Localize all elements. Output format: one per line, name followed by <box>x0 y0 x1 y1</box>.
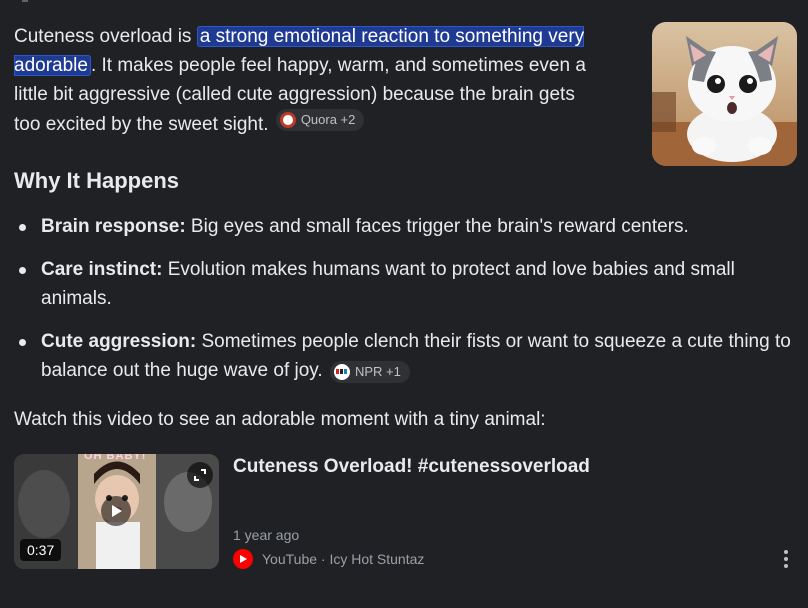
more-vert-icon <box>784 550 788 554</box>
video-title[interactable]: Cuteness Overload! #cutenessoverload <box>233 456 590 478</box>
more-options-button[interactable] <box>778 548 794 570</box>
bullet-term: Cute aggression: <box>41 331 197 352</box>
list-item: Cute aggression: Sometimes people clench… <box>14 327 804 385</box>
expand-icon <box>194 469 206 481</box>
play-icon <box>112 505 122 517</box>
quora-chip-label: Quora +2 <box>300 112 356 127</box>
video-thumbnail[interactable]: OH BABY! 0:37 <box>14 454 219 569</box>
npr-icon <box>333 363 350 380</box>
expand-button[interactable] <box>187 462 213 488</box>
bullet-dot <box>19 267 26 274</box>
bullet-term: Brain response: <box>41 216 186 237</box>
intro-paragraph: Cuteness overload is a strong emotional … <box>14 22 604 139</box>
video-duration: 0:37 <box>20 539 62 561</box>
thumb-caption: OH BABY! <box>84 454 147 462</box>
bullet-dot <box>19 224 26 231</box>
bullet-dot <box>19 339 26 346</box>
video-age: 1 year ago <box>233 527 300 543</box>
video-intro-text: Watch this video to see an adorable mome… <box>14 409 546 430</box>
quora-icon <box>279 112 296 128</box>
bullet-term: Care instinct: <box>41 259 163 280</box>
ai-overview-panel: Cuteness overload is a strong emotional … <box>0 0 808 608</box>
quora-source-chip[interactable]: Quora +2 <box>275 109 365 131</box>
reasons-list: Brain response: Big eyes and small faces… <box>14 212 804 385</box>
section-heading: Why It Happens <box>14 168 180 193</box>
npr-chip-label: NPR +1 <box>354 363 401 379</box>
top-divider-mark <box>22 0 28 2</box>
youtube-icon <box>233 549 253 569</box>
video-source[interactable]: YouTube · Icy Hot Stuntaz <box>233 549 424 569</box>
kitten-image[interactable] <box>652 22 797 166</box>
kitten-illustration <box>652 22 797 166</box>
video-source-label: YouTube · Icy Hot Stuntaz <box>262 551 425 567</box>
play-button[interactable] <box>101 496 131 526</box>
bullet-text: Big eyes and small faces trigger the bra… <box>185 216 689 237</box>
list-item: Care instinct: Evolution makes humans wa… <box>14 255 804 313</box>
npr-source-chip[interactable]: NPR +1 <box>329 360 410 383</box>
list-item: Brain response: Big eyes and small faces… <box>14 212 804 241</box>
intro-lead-text: Cuteness overload is <box>14 26 197 47</box>
